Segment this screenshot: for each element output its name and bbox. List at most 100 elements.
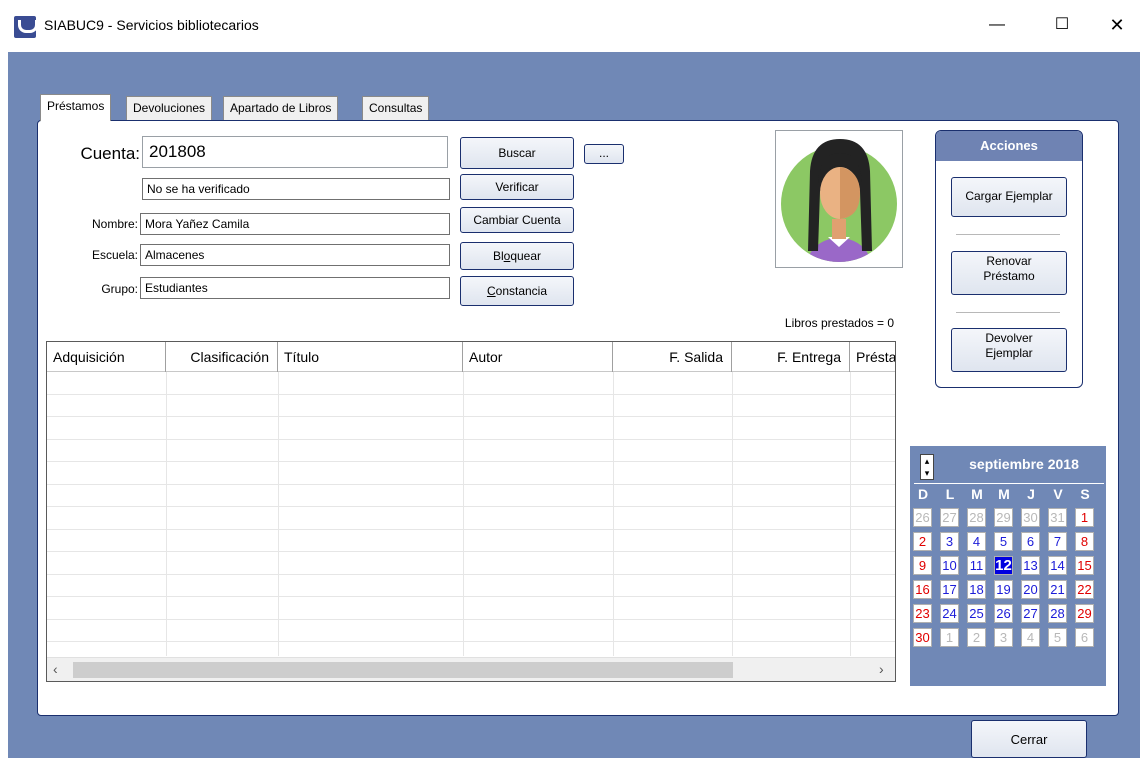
- calendar-day[interactable]: 16: [913, 580, 932, 599]
- cargar-ejemplar-button[interactable]: Cargar Ejemplar: [951, 177, 1067, 217]
- constancia-button[interactable]: Constancia: [460, 276, 574, 306]
- column-divider: [278, 372, 279, 656]
- calendar-day[interactable]: 26: [913, 508, 932, 527]
- devolver-label-2: Ejemplar: [985, 346, 1033, 360]
- row-line: [47, 641, 895, 642]
- calendar-day[interactable]: 15: [1075, 556, 1094, 575]
- escuela-field[interactable]: Almacenes: [140, 244, 450, 266]
- calendar-day[interactable]: 29: [1075, 604, 1094, 623]
- calendar-day[interactable]: 3: [994, 628, 1013, 647]
- calendar-day[interactable]: 21: [1048, 580, 1067, 599]
- calendar-day[interactable]: 13: [1021, 556, 1040, 575]
- calendar-day[interactable]: 23: [913, 604, 932, 623]
- acciones-panel: Acciones Cargar Ejemplar Renovar Préstam…: [935, 130, 1083, 388]
- calendar-day[interactable]: 8: [1075, 532, 1094, 551]
- more-options-button[interactable]: ...: [584, 144, 624, 164]
- calendar-day[interactable]: 3: [940, 532, 959, 551]
- calendar-day[interactable]: 30: [913, 628, 932, 647]
- calendar-day[interactable]: 2: [913, 532, 932, 551]
- spinner-down-icon[interactable]: ▾: [921, 467, 933, 479]
- calendar-day[interactable]: 29: [994, 508, 1013, 527]
- calendar-day[interactable]: 31: [1048, 508, 1067, 527]
- devolver-ejemplar-button[interactable]: Devolver Ejemplar: [951, 328, 1067, 372]
- maximize-button[interactable]: ☐: [1039, 10, 1085, 40]
- calendar-day[interactable]: 17: [940, 580, 959, 599]
- scroll-left-icon[interactable]: ‹: [53, 661, 58, 677]
- cambiar-cuenta-button[interactable]: Cambiar Cuenta: [460, 207, 574, 233]
- column-divider: [850, 372, 851, 656]
- calendar-day[interactable]: 6: [1075, 628, 1094, 647]
- bloquear-button[interactable]: Bloquear: [460, 242, 574, 270]
- column-header-prestamo[interactable]: Présta: [850, 342, 895, 372]
- calendar-day[interactable]: 27: [940, 508, 959, 527]
- weekday-label: L: [945, 486, 955, 502]
- cerrar-button[interactable]: Cerrar: [971, 720, 1087, 758]
- calendar-day[interactable]: 19: [994, 580, 1013, 599]
- buscar-button[interactable]: Buscar: [460, 137, 574, 169]
- renovar-label-2: Préstamo: [983, 269, 1035, 283]
- calendar-day[interactable]: 24: [940, 604, 959, 623]
- calendar: ▴ ▾ septiembre 2018 DLMMJVS 26 27 28 29 30 31…: [910, 446, 1106, 686]
- calendar-day[interactable]: 6: [1021, 532, 1040, 551]
- calendar-day[interactable]: 22: [1075, 580, 1094, 599]
- calendar-day[interactable]: 25: [967, 604, 986, 623]
- renovar-label-1: Renovar: [986, 254, 1032, 268]
- row-line: [47, 574, 895, 575]
- verificar-button[interactable]: Verificar: [460, 174, 574, 200]
- tab-devoluciones[interactable]: Devoluciones: [126, 96, 213, 120]
- tab-prestamos[interactable]: Préstamos: [40, 94, 112, 121]
- grupo-field[interactable]: Estudiantes: [140, 277, 450, 299]
- loans-table[interactable]: Adquisición Clasificación Título Autor F…: [46, 341, 896, 682]
- column-header-f-salida[interactable]: F. Salida: [613, 342, 732, 372]
- row-line: [47, 484, 895, 485]
- calendar-day[interactable]: 30: [1021, 508, 1040, 527]
- tab-consultas[interactable]: Consultas: [362, 96, 430, 120]
- calendar-day[interactable]: 4: [1021, 628, 1040, 647]
- column-header-adquisicion[interactable]: Adquisición: [47, 342, 166, 372]
- scroll-right-icon[interactable]: ›: [879, 661, 884, 677]
- calendar-day[interactable]: 28: [967, 508, 986, 527]
- nombre-field[interactable]: Mora Yañez Camila: [140, 213, 450, 235]
- calendar-day[interactable]: 26: [994, 604, 1013, 623]
- calendar-day[interactable]: 10: [940, 556, 959, 575]
- calendar-day[interactable]: 12: [994, 556, 1013, 575]
- calendar-header: ▴ ▾ septiembre 2018: [910, 446, 1106, 484]
- calendar-month: septiembre 2018: [969, 456, 1079, 472]
- tab-apartado-libros[interactable]: Apartado de Libros: [223, 96, 339, 120]
- calendar-day[interactable]: 28: [1048, 604, 1067, 623]
- calendar-day[interactable]: 18: [967, 580, 986, 599]
- acciones-title: Acciones: [936, 131, 1082, 161]
- calendar-day[interactable]: 5: [1048, 628, 1067, 647]
- column-header-autor[interactable]: Autor: [463, 342, 613, 372]
- row-line: [47, 439, 895, 440]
- calendar-day[interactable]: 7: [1048, 532, 1067, 551]
- cuenta-input[interactable]: 201808: [142, 136, 448, 168]
- horizontal-scrollbar[interactable]: ‹ ›: [47, 657, 895, 681]
- table-header: Adquisición Clasificación Título Autor F…: [47, 342, 895, 372]
- scroll-thumb[interactable]: [73, 662, 733, 678]
- calendar-day[interactable]: 5: [994, 532, 1013, 551]
- calendar-day[interactable]: 27: [1021, 604, 1040, 623]
- calendar-day[interactable]: 14: [1048, 556, 1067, 575]
- month-spinner[interactable]: ▴ ▾: [920, 454, 934, 480]
- bloquear-label-pre: Bl: [492, 249, 504, 263]
- calendar-day[interactable]: 20: [1021, 580, 1040, 599]
- calendar-day[interactable]: 1: [1075, 508, 1094, 527]
- column-header-f-entrega[interactable]: F. Entrega: [732, 342, 850, 372]
- calendar-day[interactable]: 2: [967, 628, 986, 647]
- weekday-label: J: [1027, 486, 1035, 502]
- calendar-day[interactable]: 4: [967, 532, 986, 551]
- avatar-image: [781, 139, 897, 262]
- column-header-clasificacion[interactable]: Clasificación: [166, 342, 278, 372]
- row-line: [47, 596, 895, 597]
- calendar-day[interactable]: 11: [967, 556, 986, 575]
- minimize-button[interactable]: —: [974, 10, 1020, 40]
- constancia-label-accel: C: [486, 284, 496, 298]
- spinner-up-icon[interactable]: ▴: [921, 455, 933, 467]
- weekday-label: D: [917, 486, 929, 502]
- calendar-day[interactable]: 9: [913, 556, 932, 575]
- calendar-day[interactable]: 1: [940, 628, 959, 647]
- renovar-prestamo-button[interactable]: Renovar Préstamo: [951, 251, 1067, 295]
- close-window-button[interactable]: ✕: [1094, 10, 1140, 40]
- column-header-titulo[interactable]: Título: [278, 342, 463, 372]
